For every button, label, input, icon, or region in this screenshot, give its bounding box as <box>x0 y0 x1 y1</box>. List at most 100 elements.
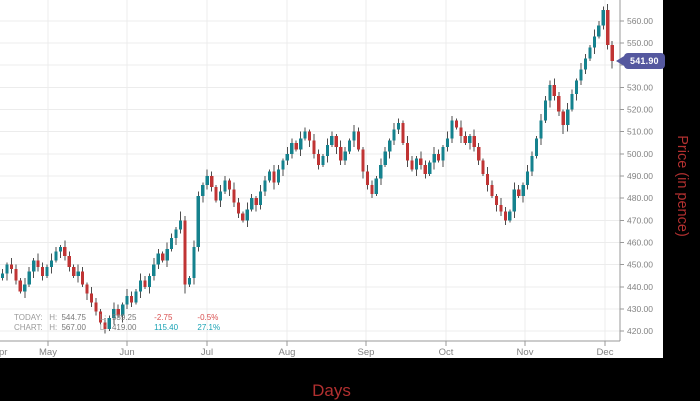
candle-body <box>201 184 205 197</box>
candle-body <box>539 120 543 139</box>
candle-body <box>566 109 570 126</box>
candle-body <box>254 198 258 205</box>
legend-row-label: TODAY: <box>14 313 43 322</box>
candle-body <box>54 251 58 261</box>
candle-body <box>281 160 285 170</box>
candle-body <box>63 246 67 256</box>
candle-body <box>138 280 143 292</box>
candlestick-chart[interactable]: 560.00550.00540.00530.00520.00510.00500.… <box>0 0 663 358</box>
candle-body <box>521 184 525 197</box>
y-tick-label: 530.00 <box>627 82 653 92</box>
candle-body <box>410 160 414 170</box>
candle-body <box>601 9 605 26</box>
candle-body <box>450 120 454 139</box>
candle-body <box>392 129 396 141</box>
candle-body <box>552 85 556 97</box>
candle-body <box>508 211 512 221</box>
candle-body <box>570 94 574 110</box>
candle-body <box>72 266 76 276</box>
x-tick-label: Jul <box>201 347 213 358</box>
candle-body <box>178 220 183 230</box>
candle-body <box>574 80 579 95</box>
candle-body <box>36 260 40 267</box>
candle-body <box>223 180 227 192</box>
candle-body <box>299 138 303 150</box>
candle-body <box>445 138 450 148</box>
candle-body <box>49 260 54 267</box>
candle-body <box>205 176 209 185</box>
candle-body <box>187 278 191 285</box>
candle-body <box>32 260 36 272</box>
y-tick-label: 510.00 <box>627 127 653 137</box>
chart-legend: TODAY: H: 544.75 L: 539.25 -2.75 -0.5% C… <box>14 313 220 333</box>
candle-body <box>490 184 494 197</box>
x-tick-label: Aug <box>279 347 296 358</box>
screenshot-frame: 560.00550.00540.00530.00520.00510.00500.… <box>0 0 700 401</box>
legend-row-today: TODAY: H: 544.75 L: 539.25 -2.75 -0.5% <box>14 313 220 323</box>
candle-body <box>401 122 405 143</box>
candle-body <box>388 140 392 152</box>
y-tick-label: 490.00 <box>627 171 653 181</box>
candle-body <box>76 271 80 276</box>
x-tick-label: Jun <box>119 347 134 358</box>
candle-body <box>27 271 31 285</box>
candle-body <box>81 271 85 285</box>
candle-body <box>227 180 232 190</box>
candle-body <box>40 266 45 276</box>
x-tick-label: Sep <box>358 347 375 358</box>
candle-body <box>454 120 458 128</box>
candle-body <box>352 131 356 141</box>
candle-body <box>9 264 13 270</box>
candle-body <box>419 158 423 165</box>
y-tick-label: 430.00 <box>627 304 653 314</box>
candle-body <box>316 153 321 165</box>
candle-body <box>370 184 374 194</box>
candle-body <box>414 158 418 170</box>
candle-body <box>592 36 596 48</box>
candle-body <box>94 302 98 312</box>
candle-body <box>267 171 272 181</box>
candle-body <box>597 25 601 37</box>
candle-body <box>459 127 463 137</box>
candle-body <box>134 291 138 303</box>
candle-body <box>232 189 236 203</box>
y-tick-label: 500.00 <box>627 149 653 159</box>
candle-body <box>196 196 200 247</box>
candle-body <box>441 147 445 161</box>
candle-body <box>579 69 583 81</box>
candle-body <box>214 187 218 201</box>
candle-body <box>396 122 401 130</box>
candle-body <box>210 176 214 188</box>
candle-body <box>23 284 27 292</box>
candle-body <box>423 164 427 174</box>
candle-body <box>530 156 534 172</box>
legend-row-chart: CHART: H: 567.00 L: 419.00 115.40 27.1% <box>14 323 220 333</box>
candle-body <box>348 140 352 152</box>
candle-body <box>526 171 530 185</box>
candle-body <box>343 151 347 161</box>
change-value: -2.75 <box>154 313 173 322</box>
low-label: L: <box>99 313 107 322</box>
candle-body <box>165 249 169 261</box>
candle-body <box>147 275 151 287</box>
y-tick-label: 480.00 <box>627 193 653 203</box>
candle-body <box>18 280 22 292</box>
candle-body <box>307 131 312 141</box>
low-value: 419.00 <box>111 323 137 332</box>
candle-body <box>517 189 521 197</box>
high-value: 567.00 <box>61 323 86 332</box>
x-tick-label: May <box>39 347 57 358</box>
x-axis-title: Days <box>312 381 351 400</box>
y-tick-label: 560.00 <box>627 16 653 26</box>
candle-body <box>67 255 71 267</box>
candle-body <box>5 264 9 274</box>
candle-body <box>143 280 147 287</box>
candle-body <box>312 140 316 154</box>
candle-body <box>361 149 365 172</box>
candle-body <box>152 264 156 276</box>
candle-body <box>321 156 325 165</box>
candle-body <box>236 202 240 214</box>
y-tick-label: 420.00 <box>627 326 653 336</box>
last-price-badge: 541.90 <box>616 52 665 69</box>
chart-panel: 560.00550.00540.00530.00520.00510.00500.… <box>0 0 665 358</box>
